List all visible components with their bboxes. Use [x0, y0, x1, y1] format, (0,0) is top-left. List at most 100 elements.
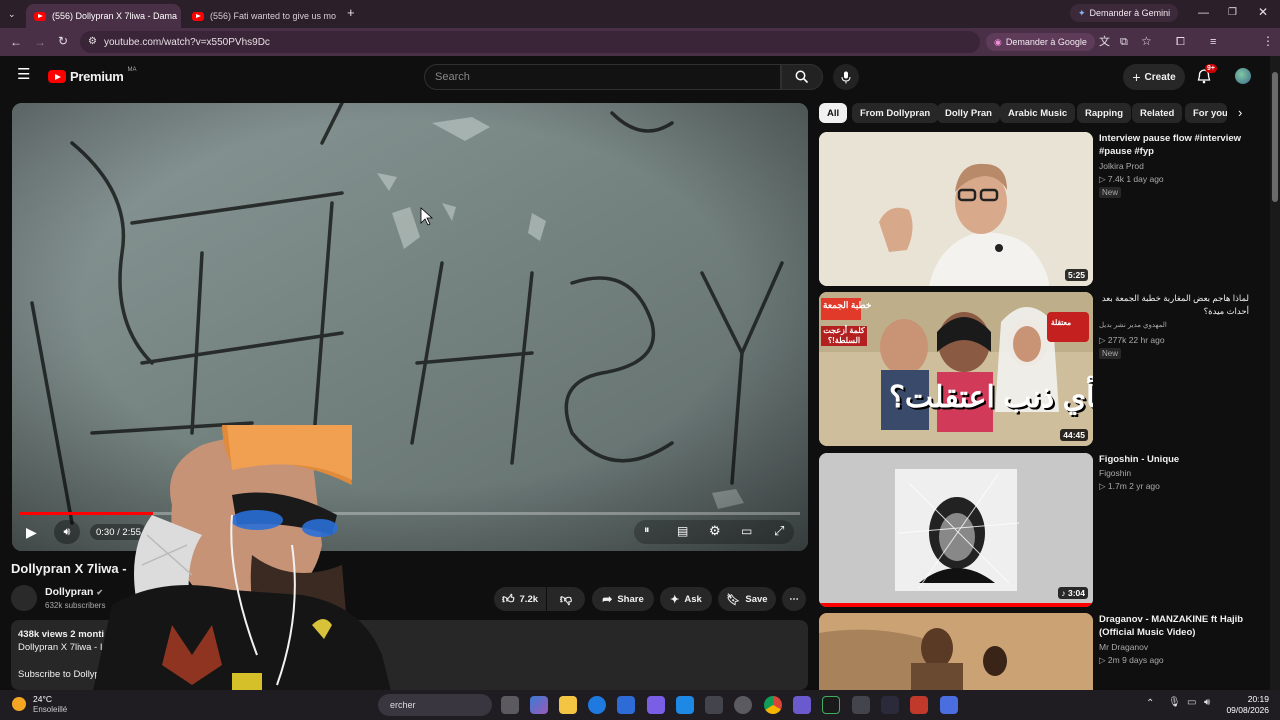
file-explorer-icon[interactable]: [559, 696, 577, 714]
app-icon-7[interactable]: [705, 696, 723, 714]
obs-icon[interactable]: [734, 696, 752, 714]
play-icon[interactable]: ▶: [26, 524, 37, 541]
forward-icon[interactable]: →: [34, 36, 46, 48]
tray-network-icon[interactable]: ▭: [1187, 697, 1196, 708]
channel-avatar[interactable]: [11, 585, 37, 611]
youtube-logo[interactable]: Premium MA: [48, 67, 137, 84]
rec-title[interactable]: Interview pause flow #interview #pause #…: [1099, 132, 1249, 158]
filter-chip-related[interactable]: Related: [1132, 103, 1183, 123]
subtitles-icon[interactable]: ▤: [677, 524, 688, 538]
filter-chip-arabic-music[interactable]: Arabic Music: [1000, 103, 1076, 123]
tray-chevron-icon[interactable]: ⌃: [1146, 698, 1154, 709]
rec-title[interactable]: لماذا هاجم بعض المغاربة خطبة الجمعة بعد …: [1099, 292, 1249, 318]
store-icon[interactable]: [617, 696, 635, 714]
tab-active[interactable]: (556) Dollypran X 7liwa - Dama ✕: [26, 4, 181, 28]
tab-search-icon[interactable]: ⌄: [8, 8, 16, 20]
new-tab-icon[interactable]: +: [347, 6, 355, 19]
rec-thumbnail[interactable]: [819, 613, 1093, 690]
rec-channel[interactable]: Figoshin: [1099, 468, 1131, 478]
weather-desc: Ensoleillé: [33, 705, 68, 714]
reading-list-icon[interactable]: ≡: [1210, 36, 1216, 48]
browser-menu-icon[interactable]: ⋮: [1262, 35, 1274, 47]
share-label: Share: [617, 593, 644, 605]
search-input[interactable]: Search: [424, 64, 781, 90]
app-icon-10[interactable]: [793, 696, 811, 714]
rec-channel[interactable]: Jolkira Prod: [1099, 161, 1144, 171]
like-count: 7.2k: [519, 593, 539, 605]
url-field[interactable]: ⚙ youtube.com/watch?v=x550PVhs9Dc: [80, 31, 980, 53]
account-avatar[interactable]: [1235, 68, 1251, 84]
tray-mic-icon[interactable]: 🎙︎: [1168, 697, 1181, 708]
notifications-button[interactable]: 9+: [1197, 64, 1217, 89]
rec-thumbnail[interactable]: 5:25: [819, 132, 1093, 286]
ask-button[interactable]: ✦ Ask: [660, 587, 712, 611]
plus-icon: +: [1132, 69, 1141, 85]
translate-icon[interactable]: 文: [1099, 36, 1110, 48]
rec-title[interactable]: Figoshin - Unique: [1099, 453, 1249, 466]
fullscreen-icon[interactable]: ⤢: [774, 523, 784, 539]
create-button[interactable]: + Create: [1123, 64, 1185, 90]
rec-title[interactable]: Draganov - MANZAKINE ft Hajib (Official …: [1099, 613, 1249, 639]
webcam-overlay: [92, 425, 392, 695]
like-button[interactable]: 👍︎ 7.2k: [494, 587, 546, 611]
settings-gear-icon[interactable]: ⚙: [709, 523, 721, 539]
rec-channel[interactable]: Mr Draganov: [1099, 642, 1148, 652]
autoplay-toggle-icon[interactable]: ⏸: [644, 524, 650, 537]
close-window-icon[interactable]: ✕: [1258, 6, 1268, 18]
hamburger-menu-icon[interactable]: ☰: [17, 67, 30, 82]
back-icon[interactable]: ←: [10, 36, 22, 48]
search-icon: [795, 70, 809, 84]
google-lens-chip[interactable]: ◉ Demander à Google: [986, 33, 1095, 51]
clock-time[interactable]: 20:19: [1229, 694, 1269, 704]
bookmark-icon: 🔖︎: [726, 593, 741, 606]
clock-date[interactable]: 09/08/2026: [1220, 705, 1269, 715]
bookmark-star-icon[interactable]: ☆: [1141, 35, 1152, 47]
rec-thumbnail[interactable]: ♪ 3:04: [819, 453, 1093, 607]
cast-icon[interactable]: ⧉: [1120, 36, 1128, 48]
page-scrollbar[interactable]: [1270, 56, 1280, 690]
reload-icon[interactable]: ↻: [58, 35, 68, 47]
filter-chip-from-dollypran[interactable]: From Dollypran: [852, 103, 939, 123]
scrollbar-thumb[interactable]: [1272, 72, 1278, 202]
minimize-icon[interactable]: —: [1198, 7, 1209, 19]
dislike-button[interactable]: 👎︎: [547, 587, 585, 611]
app-icon-13[interactable]: [881, 696, 899, 714]
chevron-right-icon[interactable]: ›: [1238, 105, 1242, 120]
duration-badge: ♪ 3:04: [1058, 587, 1088, 599]
app-icon-12[interactable]: [852, 696, 870, 714]
save-button[interactable]: 🔖︎ Save: [718, 587, 776, 611]
more-actions-button[interactable]: ⋯: [782, 587, 806, 611]
thumbnail-image: [819, 292, 1093, 446]
app-icon-15[interactable]: [940, 696, 958, 714]
rec-thumbnail[interactable]: بأي ذنب اعتقلت؟ خطبة الجمعة كلمة أزعجت ا…: [819, 292, 1093, 446]
new-badge: New: [1099, 187, 1122, 198]
filter-chip-dolly-pran[interactable]: Dolly Pran: [937, 103, 1000, 123]
filter-chip-all[interactable]: All: [819, 103, 848, 123]
gemini-button[interactable]: ✦ Demander à Gemini: [1070, 4, 1179, 22]
extensions-icon[interactable]: ⧠: [1176, 36, 1185, 48]
theater-mode-icon[interactable]: ▭: [741, 524, 752, 538]
discord-icon[interactable]: [647, 696, 665, 714]
weather-sun-icon[interactable]: [12, 697, 26, 711]
tab-inactive[interactable]: (556) Fati wanted to give us mo ✕: [184, 4, 339, 28]
taskbar-search[interactable]: ercher: [378, 694, 492, 716]
rec-channel[interactable]: المهدوي مدير نشر بديل: [1099, 321, 1167, 329]
chrome-icon[interactable]: [764, 696, 782, 714]
share-button[interactable]: ➦ Share: [592, 587, 654, 611]
filter-chip-for-you[interactable]: For you: [1185, 103, 1227, 123]
restore-icon[interactable]: ❐: [1228, 7, 1237, 19]
filter-chip-rapping[interactable]: Rapping: [1077, 103, 1131, 123]
edge-icon[interactable]: [588, 696, 606, 714]
thumbnail-image: [819, 132, 1093, 286]
logo-text: Premium: [70, 69, 124, 84]
search-button[interactable]: [781, 64, 823, 90]
task-view-icon[interactable]: [501, 696, 519, 714]
app-icon-14[interactable]: [910, 696, 928, 714]
voice-search-button[interactable]: [833, 64, 859, 90]
notification-badge: 9+: [1205, 64, 1217, 73]
site-info-icon[interactable]: ⚙: [88, 36, 97, 47]
copilot-icon[interactable]: [530, 696, 548, 714]
tray-volume-icon[interactable]: 🔊︎: [1204, 697, 1210, 708]
app-icon-11[interactable]: [822, 696, 840, 714]
app-icon-6[interactable]: [676, 696, 694, 714]
